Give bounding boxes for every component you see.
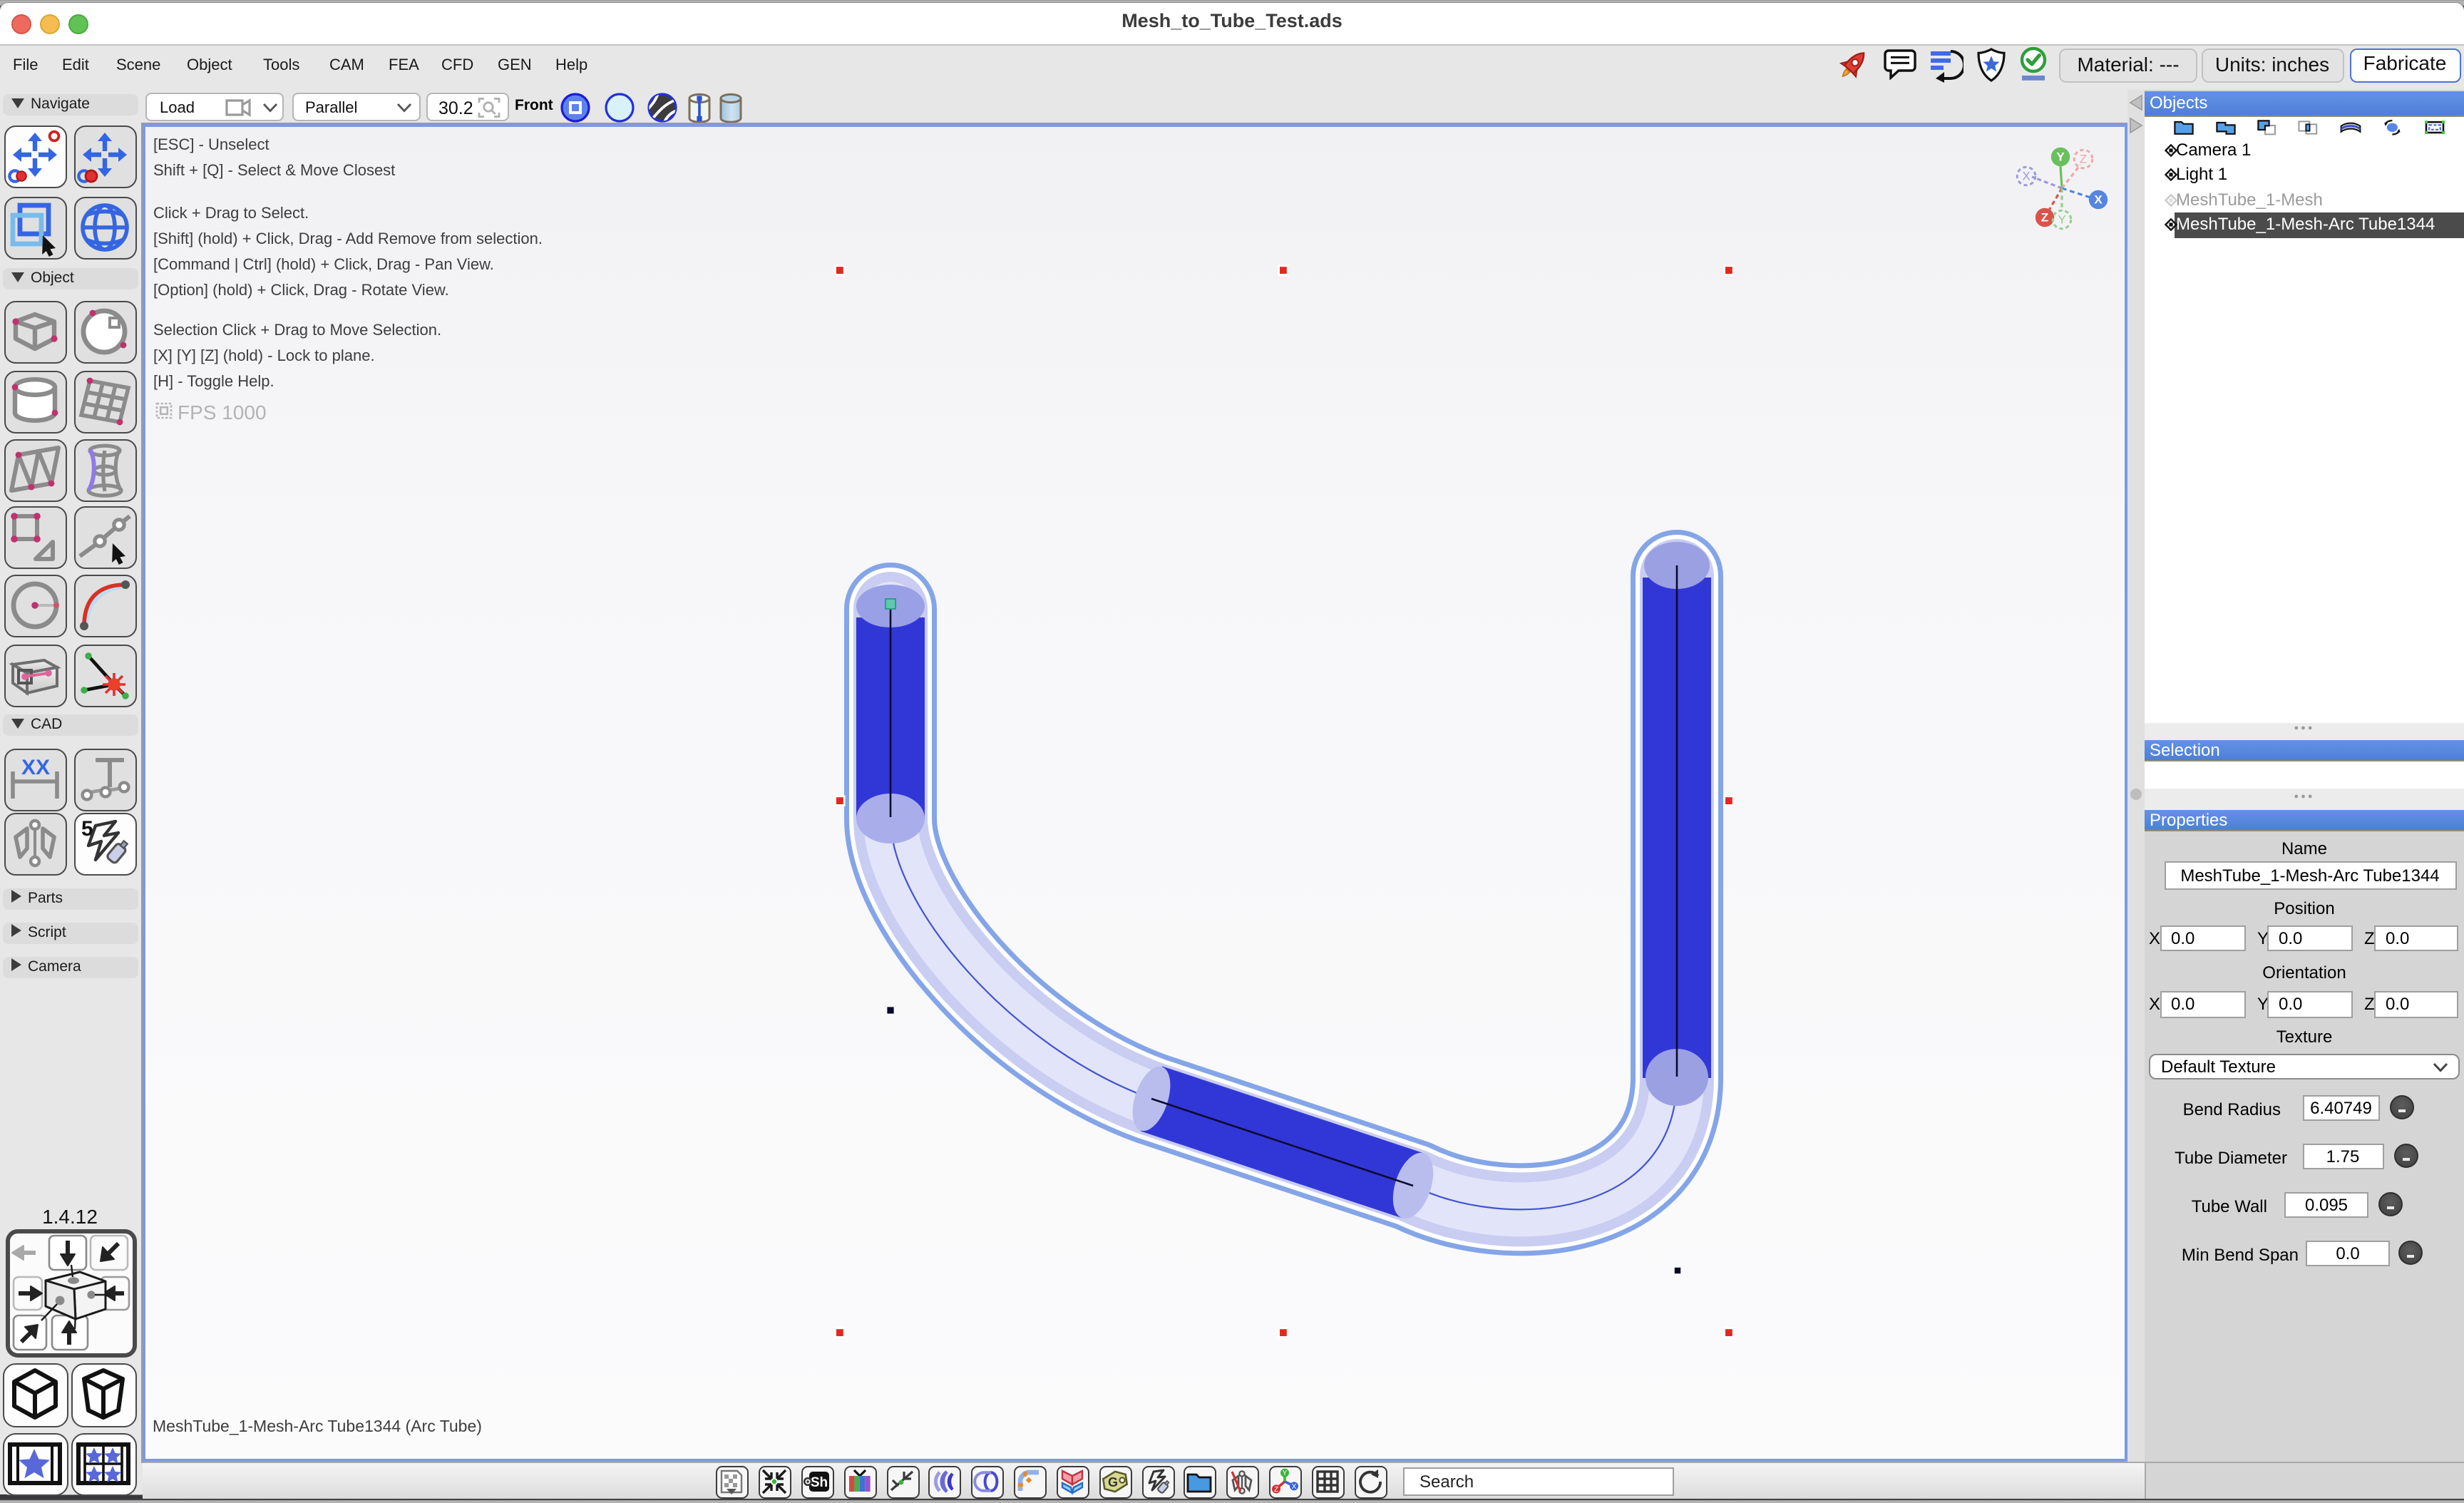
svg-text:Y: Y bbox=[1283, 1469, 1288, 1477]
svg-text:Y: Y bbox=[2055, 150, 2064, 164]
svg-text:Z: Z bbox=[2079, 153, 2086, 166]
svg-text:Y: Y bbox=[2057, 213, 2065, 227]
svg-text:Sh: Sh bbox=[810, 1475, 827, 1490]
svg-text:X: X bbox=[1292, 1483, 1297, 1491]
svg-text:X: X bbox=[2021, 170, 2029, 183]
svg-text:XX: XX bbox=[21, 755, 49, 779]
svg-text:G: G bbox=[1107, 1475, 1117, 1489]
svg-text:Z: Z bbox=[2040, 211, 2048, 225]
svg-text:Z: Z bbox=[1274, 1486, 1278, 1494]
svg-text:X: X bbox=[2093, 193, 2102, 207]
